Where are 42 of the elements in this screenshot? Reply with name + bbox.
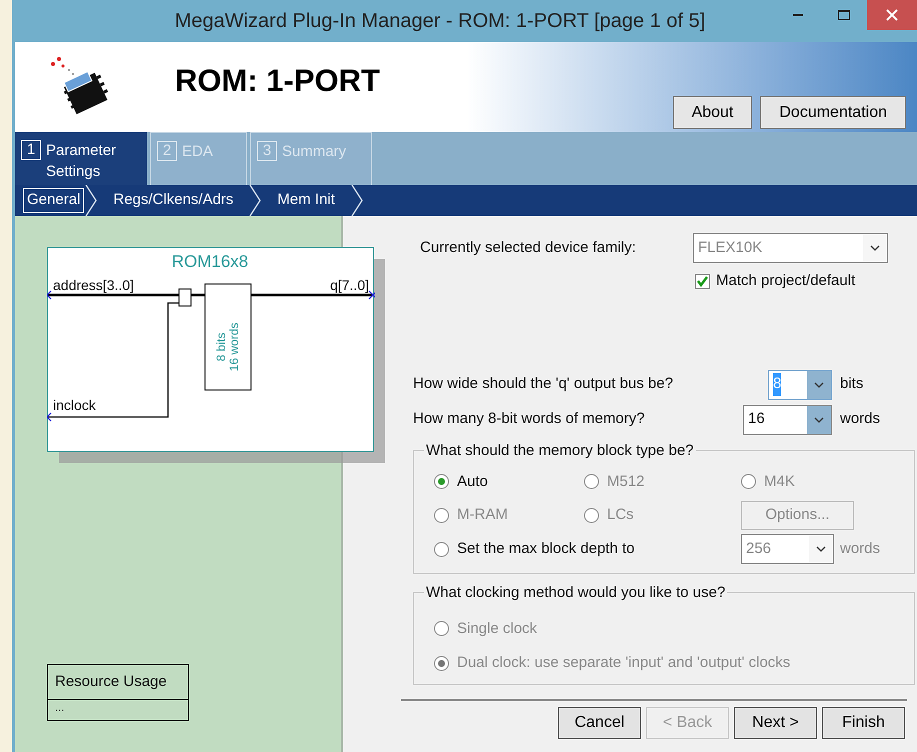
chevron-right-icon	[248, 185, 262, 216]
radio-label: Dual clock: use separate 'input' and 'output' clocks	[457, 653, 790, 673]
chevron-down-icon	[816, 546, 826, 552]
device-family-label: Currently selected device family:	[420, 238, 637, 258]
chevron-down-icon	[814, 382, 824, 388]
words-label: How many 8-bit words of memory?	[413, 409, 646, 430]
chevron-right-icon	[350, 185, 364, 216]
wizard-tab[interactable]: 1 Parameter Settings	[15, 132, 147, 185]
close-icon	[886, 9, 898, 21]
radio-label: M-RAM	[457, 505, 508, 526]
unit-label: words	[840, 538, 880, 559]
words-select[interactable]: 16	[743, 404, 832, 434]
header-button[interactable]: About	[672, 96, 752, 129]
radio-label: M512	[607, 472, 645, 492]
checkbox[interactable]	[695, 274, 710, 289]
match-project-label: Match project/default	[716, 271, 856, 291]
q-width-label: How wide should the 'q' output bus be?	[413, 374, 674, 394]
device-family-select[interactable]: FLEX10K	[693, 233, 888, 263]
rom-block-diagram: ROM16x8 address[3..0] inclock q[7..0] 8 bits 16 words	[47, 247, 375, 453]
chevron-down-icon	[870, 245, 880, 251]
radio-label: M4K	[764, 472, 795, 492]
page-heading: ROM: 1-PORT	[175, 62, 380, 100]
step-link[interactable]: Mem Init	[274, 189, 338, 212]
step-link[interactable]: Regs/Clkens/Adrs	[110, 189, 236, 212]
header-button[interactable]: Documentation	[760, 96, 906, 129]
resource-usage-title: Resource Usage	[48, 664, 188, 700]
window-title: MegaWizard Plug-In Manager - ROM: 1-PORT [page 1 of 5]	[174, 9, 706, 34]
chevron-down-icon	[814, 416, 824, 422]
unit-label: bits	[840, 374, 864, 394]
chevron-right-icon	[84, 185, 98, 216]
wizard-button[interactable]: Next >	[734, 706, 817, 738]
step-link[interactable]: General	[23, 188, 84, 213]
radio-label: LCs	[607, 505, 634, 526]
wizard-button[interactable]: Finish	[822, 706, 905, 738]
unit-label: words	[840, 409, 880, 430]
wizard-button[interactable]: Cancel	[558, 706, 641, 738]
close-button[interactable]	[867, 0, 917, 30]
radio-label: Single clock	[457, 618, 538, 638]
radio-button[interactable]	[434, 474, 449, 490]
resource-usage-value: ...	[54, 701, 66, 716]
radio-label: Set the max block depth to	[457, 538, 635, 559]
radio-label: Auto	[457, 472, 488, 492]
